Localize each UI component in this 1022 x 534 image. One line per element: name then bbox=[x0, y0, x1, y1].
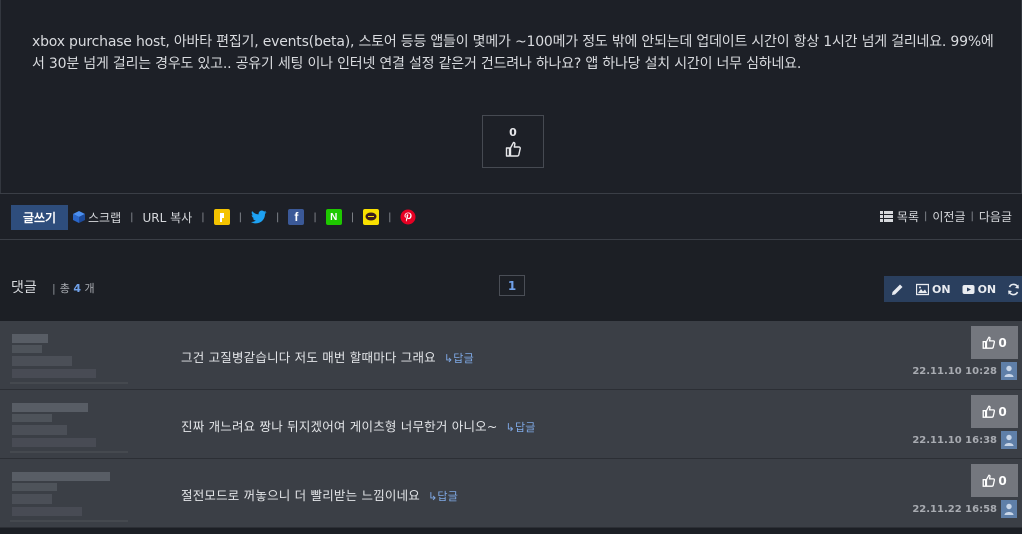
video-icon bbox=[962, 284, 975, 294]
reply-arrow-icon: ↳ bbox=[443, 352, 454, 365]
post-like-button[interactable]: 0 bbox=[482, 115, 544, 168]
scrap-button[interactable]: 스크랩 bbox=[88, 209, 121, 226]
comment-like-button[interactable]: 0 bbox=[971, 395, 1018, 428]
comment-like-count: 0 bbox=[998, 335, 1007, 350]
comment-time: 22.11.10 16:38 bbox=[912, 435, 997, 446]
comment-like-button[interactable]: 0 bbox=[971, 326, 1018, 359]
blurred-user-info bbox=[10, 469, 130, 523]
separator: | bbox=[201, 211, 205, 223]
comments-count: | 총 4 개 bbox=[52, 282, 95, 295]
list-icon bbox=[879, 210, 893, 222]
comment-body: 그건 고질병같습니다 저도 매번 할때마다 그래요 ↳답글 bbox=[181, 347, 474, 366]
separator: | bbox=[313, 211, 317, 223]
video-toggle-state: ON bbox=[977, 282, 997, 296]
reply-arrow-icon: ↳ bbox=[505, 421, 515, 434]
image-toggle[interactable]: ON bbox=[916, 283, 951, 296]
separator: | bbox=[388, 211, 392, 223]
refresh-button[interactable] bbox=[1007, 283, 1020, 296]
list-link[interactable]: 목록 bbox=[897, 208, 919, 225]
user-profile-icon[interactable] bbox=[1001, 431, 1017, 449]
comment-item: 절전모드로 꺼놓으니 더 빨리받는 느낌이네요 ↳답글 0 22.11.22 16… bbox=[0, 459, 1022, 528]
comments-header: 댓글 | 총 4 개 1 ON ON bbox=[0, 241, 1022, 321]
write-comment-pencil[interactable] bbox=[891, 283, 904, 296]
video-toggle[interactable]: ON bbox=[962, 282, 997, 296]
post-like-count: 0 bbox=[509, 126, 517, 139]
reply-link[interactable]: ↳답글 bbox=[506, 421, 536, 434]
naver-icon[interactable]: N bbox=[325, 209, 342, 225]
thumbs-up-icon bbox=[982, 336, 996, 349]
share-toolbar: 스크랩 | URL 복사 | | | f | N | | bbox=[72, 206, 416, 228]
kakaostory-icon[interactable] bbox=[213, 209, 230, 225]
reply-link[interactable]: ↳답글 bbox=[428, 490, 458, 503]
post-navigation: 목록 | 이전글 | 다음글 bbox=[879, 206, 1012, 226]
comments-title: 댓글 bbox=[11, 280, 37, 296]
post-action-bar: 글쓰기 스크랩 | URL 복사 | | | f | N | | 목록 | 이전… bbox=[0, 193, 1022, 240]
comment-body: 진짜 개느려요 짱나 뒤지겠어여 게이츠형 너무한거 아니오~ ↳답글 bbox=[181, 416, 536, 435]
user-profile-icon[interactable] bbox=[1001, 500, 1017, 518]
write-button[interactable]: 글쓰기 bbox=[11, 205, 68, 230]
count-value: 4 bbox=[73, 282, 81, 295]
thumbs-up-icon bbox=[982, 474, 996, 487]
refresh-icon bbox=[1008, 283, 1019, 295]
user-profile-icon[interactable] bbox=[1001, 362, 1017, 380]
kakaotalk-icon[interactable] bbox=[363, 209, 380, 225]
comment-time: 22.11.10 10:28 bbox=[912, 366, 997, 377]
post-body: xbox purchase host, 아바타 편집기, events(beta… bbox=[0, 0, 1022, 194]
comment-text: 그건 고질병같습니다 저도 매번 할때마다 그래요 bbox=[181, 350, 436, 365]
separator: | bbox=[130, 211, 134, 223]
url-copy-button[interactable]: URL 복사 bbox=[143, 209, 193, 226]
separator: | bbox=[238, 211, 242, 223]
comment-item: 진짜 개느려요 짱나 뒤지겠어여 게이츠형 너무한거 아니오~ ↳답글 0 22.… bbox=[0, 390, 1022, 459]
prev-post-link[interactable]: 이전글 bbox=[932, 208, 965, 225]
count-prefix: 총 bbox=[59, 282, 70, 295]
pinterest-icon[interactable] bbox=[400, 209, 416, 225]
separator: | bbox=[275, 211, 280, 223]
comment-like-count: 0 bbox=[998, 404, 1007, 419]
comment-body: 절전모드로 꺼놓으니 더 빨리받는 느낌이네요 ↳답글 bbox=[181, 485, 458, 504]
comment-text: 절전모드로 꺼놓으니 더 빨리받는 느낌이네요 bbox=[181, 488, 420, 503]
separator: | bbox=[350, 211, 355, 223]
page-button[interactable]: 1 bbox=[499, 275, 525, 296]
facebook-icon[interactable]: f bbox=[288, 209, 305, 225]
comment-tools: ON ON bbox=[884, 276, 1022, 302]
image-icon bbox=[916, 283, 929, 295]
thumbs-up-icon bbox=[982, 405, 996, 418]
comment-time: 22.11.22 16:58 bbox=[912, 504, 997, 515]
comment-item: 그건 고질병같습니다 저도 매번 할때마다 그래요 ↳답글 0 22.11.10 … bbox=[0, 321, 1022, 390]
comment-like-count: 0 bbox=[998, 473, 1007, 488]
count-suffix: 개 bbox=[84, 282, 95, 295]
reply-arrow-icon: ↳ bbox=[428, 490, 438, 503]
twitter-icon[interactable] bbox=[250, 209, 267, 225]
scrap-cube-icon bbox=[73, 211, 85, 223]
pencil-icon bbox=[892, 284, 903, 295]
comment-text: 진짜 개느려요 짱나 뒤지겠어여 게이츠형 너무한거 아니오~ bbox=[181, 419, 498, 434]
reply-link[interactable]: ↳답글 bbox=[444, 352, 474, 365]
blurred-user-info bbox=[10, 331, 130, 385]
separator: | bbox=[970, 210, 974, 222]
next-post-link[interactable]: 다음글 bbox=[979, 208, 1012, 225]
thumbs-up-icon bbox=[505, 141, 521, 157]
separator: | bbox=[924, 210, 928, 222]
post-content: xbox purchase host, 아바타 편집기, events(beta… bbox=[32, 34, 994, 72]
blurred-user-info bbox=[10, 400, 130, 454]
image-toggle-state: ON bbox=[932, 282, 951, 296]
comment-like-button[interactable]: 0 bbox=[971, 464, 1018, 497]
